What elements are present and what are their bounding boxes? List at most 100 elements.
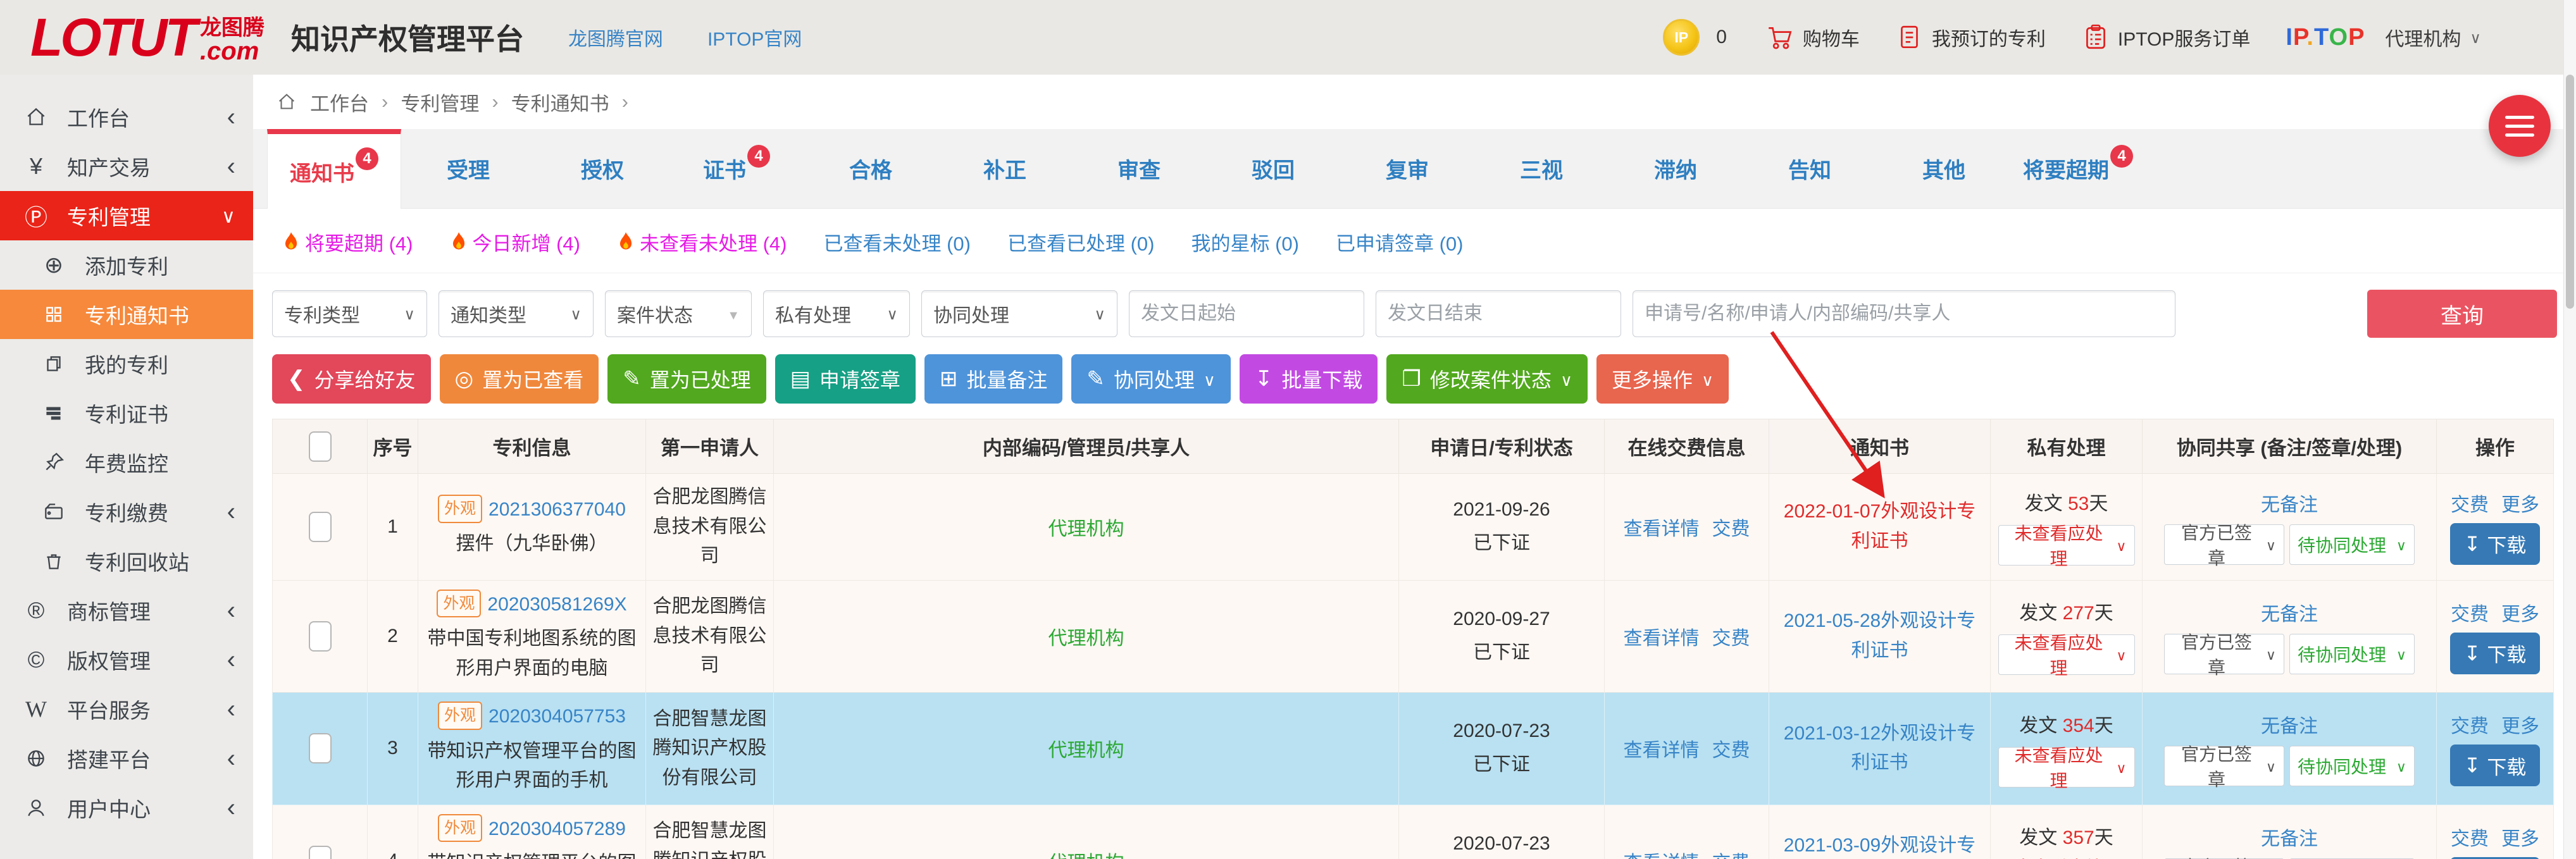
sidebar-item-platform-services[interactable]: W 平台服务 bbox=[0, 684, 253, 734]
tab-notices[interactable]: 通知书4 bbox=[267, 129, 401, 209]
filter-unviewed-unhandled[interactable]: 未查看未处理 (4) bbox=[617, 228, 787, 256]
sidebar-item-patent-recycle-bin[interactable]: 专利回收站 bbox=[0, 536, 253, 586]
notice-link[interactable]: 2022-01-07外观设计专利证书 bbox=[1774, 497, 1985, 556]
tab-notification[interactable]: 告知 bbox=[1743, 129, 1877, 208]
pay-fee-link[interactable]: 交费 bbox=[1712, 740, 1750, 761]
download-button[interactable]: 下载 bbox=[2450, 745, 2541, 786]
tab-late-fee[interactable]: 滞纳 bbox=[1608, 129, 1743, 208]
batch-download-button[interactable]: 批量下载 bbox=[1240, 354, 1378, 404]
view-detail-link[interactable]: 查看详情 bbox=[1624, 628, 1700, 649]
mark-viewed-button[interactable]: 置为已查看 bbox=[440, 354, 599, 404]
op-pay-link[interactable]: 交费 bbox=[2451, 495, 2489, 516]
notice-link[interactable]: 2021-05-28外观设计专利证书 bbox=[1774, 607, 1985, 665]
sidebar-item-patent-payment[interactable]: 专利缴费 bbox=[0, 487, 253, 536]
issue-date-start-input[interactable] bbox=[1129, 290, 1364, 337]
private-status-select[interactable]: 未查看应处理 bbox=[1998, 525, 2135, 565]
tab-rejection[interactable]: 驳回 bbox=[1206, 129, 1340, 208]
pay-fee-link[interactable]: 交费 bbox=[1712, 628, 1750, 649]
note-status-link[interactable]: 无备注 bbox=[2148, 823, 2431, 851]
sidebar-item-trademark-management[interactable]: ® 商标管理 bbox=[0, 586, 253, 635]
tab-reexamination[interactable]: 复审 bbox=[1340, 129, 1474, 208]
filter-new-today[interactable]: 今日新增 (4) bbox=[450, 228, 581, 256]
ip-coin-balance[interactable]: IP bbox=[1663, 19, 1700, 56]
iptop-site-link[interactable]: IPTOP官网 bbox=[707, 23, 802, 51]
issue-date-end-input[interactable] bbox=[1376, 290, 1621, 337]
account-menu[interactable]: 代理机构 bbox=[2385, 23, 2481, 51]
official-sign-select[interactable]: 官方已签章 bbox=[2164, 746, 2284, 786]
sidebar-item-patent-certificates[interactable]: 专利证书 bbox=[0, 388, 253, 438]
breadcrumb-patent-management[interactable]: 专利管理 bbox=[401, 88, 479, 116]
view-detail-link[interactable]: 查看详情 bbox=[1624, 519, 1700, 540]
private-status-select[interactable]: 未查看应处理 bbox=[1998, 747, 2135, 788]
lotut-logo[interactable]: LOTUT 龙图腾 .com bbox=[30, 11, 264, 64]
note-status-link[interactable]: 无备注 bbox=[2148, 489, 2431, 517]
case-status-select[interactable]: 案件状态 bbox=[605, 290, 752, 337]
private-handling-select[interactable]: 私有处理 bbox=[763, 290, 910, 337]
sidebar-item-patent-management[interactable]: Ⓟ 专利管理 bbox=[0, 191, 253, 240]
op-more-link[interactable]: 更多 bbox=[2501, 829, 2539, 850]
scrollbar-thumb[interactable] bbox=[2566, 75, 2574, 309]
tab-certificate[interactable]: 证书4 bbox=[669, 129, 804, 208]
note-status-link[interactable]: 无备注 bbox=[2148, 598, 2431, 626]
collab-handle-button[interactable]: 协同处理 bbox=[1071, 354, 1231, 404]
notice-link[interactable]: 2021-03-12外观设计专利证书 bbox=[1774, 719, 1985, 778]
row-checkbox[interactable] bbox=[309, 621, 332, 652]
sidebar-item-build-platform[interactable]: 搭建平台 bbox=[0, 734, 253, 783]
sidebar-item-workbench[interactable]: 工作台 bbox=[0, 92, 253, 142]
filter-viewed-unhandled[interactable]: 已查看未处理 (0) bbox=[824, 228, 971, 256]
tab-qualified[interactable]: 合格 bbox=[804, 129, 938, 208]
tab-authorization[interactable]: 授权 bbox=[535, 129, 669, 208]
search-button[interactable]: 查询 bbox=[2367, 290, 2557, 338]
keyword-search-input[interactable] bbox=[1633, 290, 2175, 337]
op-more-link[interactable]: 更多 bbox=[2501, 495, 2539, 516]
tab-correction[interactable]: 补正 bbox=[938, 129, 1072, 208]
download-button[interactable]: 下载 bbox=[2450, 633, 2541, 674]
view-detail-link[interactable]: 查看详情 bbox=[1624, 853, 1700, 859]
lotut-site-link[interactable]: 龙图腾官网 bbox=[568, 23, 663, 51]
note-status-link[interactable]: 无备注 bbox=[2148, 710, 2431, 738]
select-all-checkbox[interactable] bbox=[309, 431, 332, 462]
tab-expiring-soon[interactable]: 将要超期4 bbox=[2011, 129, 2145, 208]
sidebar-item-ip-trade[interactable]: ¥ 知产交易 bbox=[0, 142, 253, 191]
view-detail-link[interactable]: 查看详情 bbox=[1624, 740, 1700, 761]
breadcrumb-workbench[interactable]: 工作台 bbox=[310, 88, 369, 116]
change-case-status-button[interactable]: 修改案件状态 bbox=[1386, 354, 1588, 404]
filter-my-starred[interactable]: 我的星标 (0) bbox=[1192, 228, 1300, 256]
filter-signature-requested[interactable]: 已申请签章 (0) bbox=[1336, 228, 1464, 256]
tab-examination[interactable]: 审查 bbox=[1072, 129, 1206, 208]
sidebar-item-user-center[interactable]: 用户中心 bbox=[0, 783, 253, 832]
patent-number-link[interactable]: 2020304057753 bbox=[488, 706, 626, 727]
collab-status-select[interactable]: 待协同处理 bbox=[2289, 746, 2415, 786]
iptop-orders-button[interactable]: IPTOP服务订单 bbox=[2081, 23, 2250, 52]
filter-expiring-soon[interactable]: 将要超期 (4) bbox=[282, 228, 413, 256]
floating-menu-button[interactable] bbox=[2489, 95, 2551, 157]
op-more-link[interactable]: 更多 bbox=[2501, 716, 2539, 737]
row-checkbox[interactable] bbox=[309, 512, 332, 542]
private-status-select[interactable]: 未查看应处理 bbox=[1998, 634, 2135, 675]
patent-number-link[interactable]: 2020304057289 bbox=[488, 819, 626, 839]
download-button[interactable]: 下载 bbox=[2450, 523, 2541, 565]
more-actions-button[interactable]: 更多操作 bbox=[1596, 354, 1729, 404]
collab-status-select[interactable]: 待协同处理 bbox=[2289, 634, 2415, 674]
cart-button[interactable]: 购物车 bbox=[1766, 23, 1860, 52]
official-sign-select[interactable]: 官方已签章 bbox=[2164, 524, 2284, 565]
row-checkbox[interactable] bbox=[309, 846, 332, 859]
tab-three-views[interactable]: 三视 bbox=[1474, 129, 1608, 208]
breadcrumb-patent-notices[interactable]: 专利通知书 bbox=[511, 88, 609, 116]
official-sign-select[interactable]: 官方已签章 bbox=[2164, 634, 2284, 674]
tab-other[interactable]: 其他 bbox=[1877, 129, 2011, 208]
mark-handled-button[interactable]: 置为已处理 bbox=[607, 354, 766, 404]
batch-note-button[interactable]: 批量备注 bbox=[924, 354, 1063, 404]
pay-fee-link[interactable]: 交费 bbox=[1712, 853, 1750, 859]
sidebar-item-copyright-management[interactable]: © 版权管理 bbox=[0, 635, 253, 684]
row-checkbox[interactable] bbox=[309, 733, 332, 763]
sidebar-item-patent-notices[interactable]: 专利通知书 bbox=[0, 290, 253, 339]
sidebar-item-my-patents[interactable]: 我的专利 bbox=[0, 339, 253, 388]
share-to-friends-button[interactable]: 分享给好友 bbox=[272, 354, 431, 404]
patent-type-select[interactable]: 专利类型 bbox=[272, 290, 427, 337]
op-more-link[interactable]: 更多 bbox=[2501, 604, 2539, 625]
sidebar-item-annual-fee-monitor[interactable]: 年费监控 bbox=[0, 438, 253, 487]
sidebar-item-add-patent[interactable]: ⊕ 添加专利 bbox=[0, 240, 253, 290]
op-pay-link[interactable]: 交费 bbox=[2451, 829, 2489, 850]
filter-viewed-handled[interactable]: 已查看已处理 (0) bbox=[1007, 228, 1155, 256]
